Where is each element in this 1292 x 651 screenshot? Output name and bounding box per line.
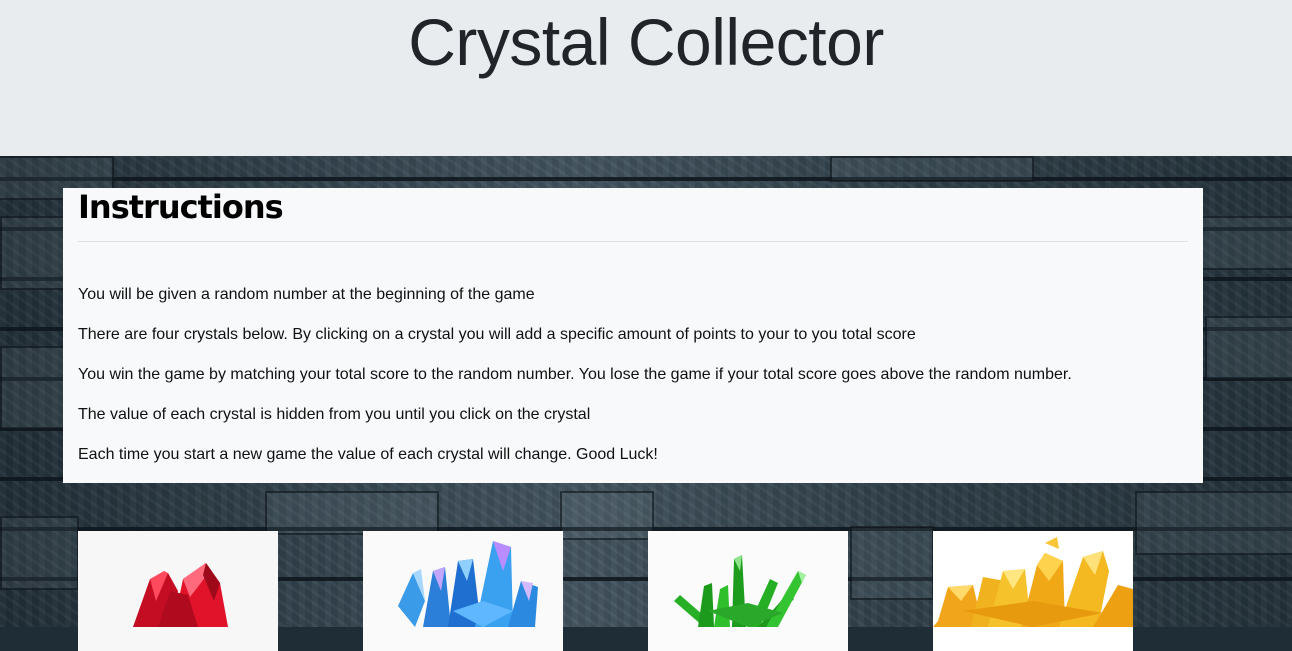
instructions-panel: Instructions You will be given a random …: [63, 188, 1203, 483]
instruction-line: There are four crystals below. By clicki…: [78, 326, 916, 343]
blue-crystal-icon: [398, 541, 538, 627]
page-title: Crystal Collector: [408, 5, 884, 79]
stone-block: [1205, 316, 1292, 380]
stone-block: [1200, 216, 1292, 270]
crystal-button-blue[interactable]: [363, 531, 563, 651]
stone-block: [1135, 491, 1292, 555]
divider: [78, 241, 1188, 242]
green-crystal-icon: [674, 555, 806, 627]
red-crystal-icon: [133, 563, 228, 627]
yellow-crystal-icon: [933, 537, 1133, 627]
crystal-button-red[interactable]: [78, 531, 278, 651]
stone-block: [0, 216, 66, 290]
instruction-line: Each time you start a new game the value…: [78, 446, 658, 463]
instruction-line: You will be given a random number at the…: [78, 286, 535, 303]
crystal-button-yellow[interactable]: [933, 531, 1133, 651]
instruction-line: The value of each crystal is hidden from…: [78, 406, 591, 423]
stone-block: [0, 516, 79, 590]
header-jumbotron: Crystal Collector: [0, 0, 1292, 156]
stone-block: [0, 346, 66, 430]
stone-block: [560, 491, 654, 540]
crystal-button-green[interactable]: [648, 531, 848, 651]
stone-block: [265, 491, 439, 535]
stone-block: [850, 526, 934, 600]
stone-block: [830, 156, 1034, 182]
instructions-heading: Instructions: [78, 188, 284, 226]
instruction-line: You win the game by matching your total …: [78, 366, 1072, 383]
